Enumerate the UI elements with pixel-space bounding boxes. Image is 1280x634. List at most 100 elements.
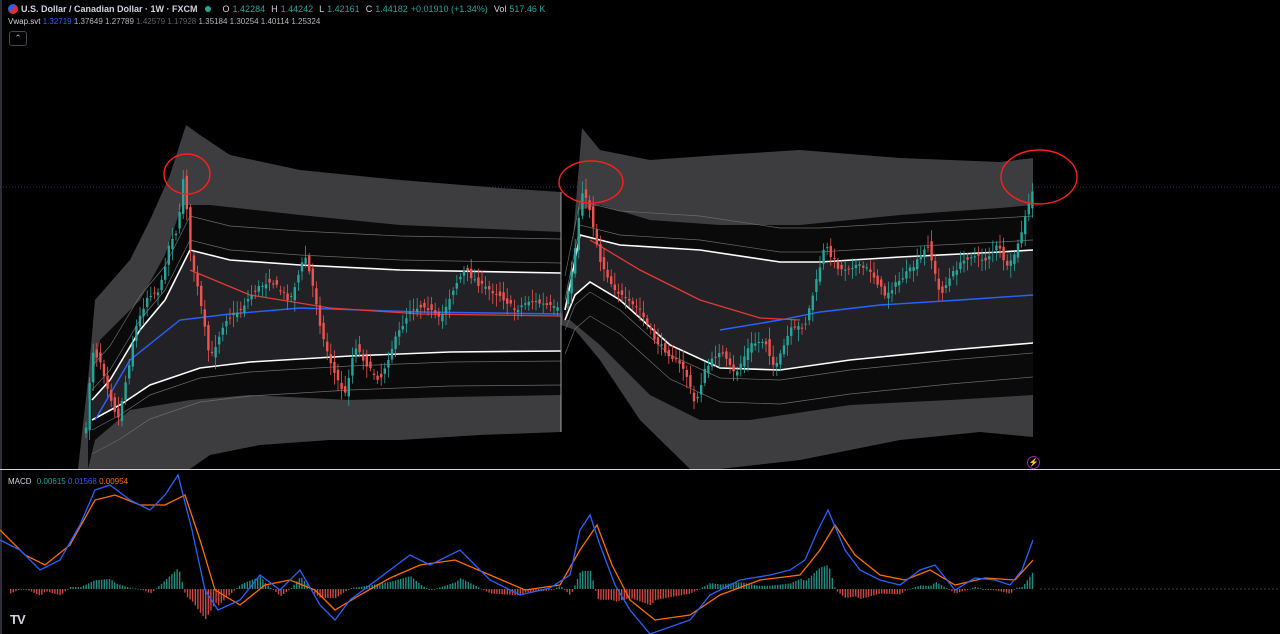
vwap-value: 1.40114 [260, 17, 290, 26]
histogram-bar [264, 583, 267, 589]
histogram-bar [940, 585, 943, 589]
histogram-bar [597, 589, 599, 600]
histogram-bar [1005, 589, 1008, 593]
candle-body [106, 375, 109, 389]
candle-body [800, 327, 804, 329]
candle-body [595, 229, 598, 245]
candle-body [520, 305, 523, 308]
histogram-bar [501, 589, 503, 595]
histogram-bar [114, 582, 116, 589]
histogram-bar [761, 585, 763, 589]
histogram-bar [959, 589, 961, 593]
macd-indicator-name[interactable]: MACD [8, 477, 32, 486]
candle-body [527, 301, 530, 306]
candle-body [509, 300, 512, 304]
candle-body [995, 245, 998, 250]
vwap-value: 1.32719 [42, 17, 72, 26]
candle-body [221, 327, 224, 335]
histogram-bar [927, 585, 930, 589]
histogram-bar [584, 570, 586, 589]
histogram-bar [236, 588, 238, 589]
candle-body [534, 301, 538, 303]
candle-body [225, 321, 228, 327]
candle-body [916, 259, 919, 270]
histogram-bar [88, 583, 90, 589]
candle-body [156, 292, 160, 296]
candle-body [135, 325, 138, 341]
candle-body [779, 353, 782, 365]
histogram-bar [680, 589, 683, 596]
histogram-bar [394, 580, 397, 589]
tradingview-logo[interactable]: TV [10, 612, 26, 627]
histogram-bar [285, 589, 287, 593]
histogram-bar [844, 589, 846, 598]
candle-body [228, 317, 232, 319]
histogram-bar [358, 586, 360, 589]
histogram-bar [665, 589, 667, 599]
candle-body [854, 264, 858, 269]
candle-body [300, 262, 304, 272]
histogram-bar [933, 583, 935, 589]
histogram-bar [275, 589, 277, 593]
histogram-bar [602, 589, 605, 600]
histogram-bar [855, 589, 857, 597]
candle-body [667, 350, 670, 357]
lightning-icon[interactable]: ⚡ [1027, 456, 1040, 469]
histogram-bar [686, 589, 688, 595]
candle-body [944, 285, 948, 289]
histogram-bar [98, 579, 100, 589]
histogram-bar [413, 578, 415, 589]
candle-body [984, 257, 987, 261]
candle-body [207, 325, 210, 351]
histogram-bar [740, 582, 742, 589]
histogram-bar [985, 589, 987, 590]
histogram-bar [888, 589, 891, 594]
histogram-bar [706, 584, 709, 589]
candle-body [714, 356, 717, 358]
histogram-bar [881, 589, 883, 594]
histogram-bar [199, 589, 202, 613]
histogram-bar [550, 589, 553, 591]
histogram-bar [205, 589, 207, 619]
price-pane[interactable] [0, 0, 1280, 469]
macd-legend[interactable]: MACD 0.00615 0.01568 0.00954 [8, 476, 128, 488]
candle-body [171, 238, 174, 250]
candle-body [495, 293, 498, 295]
histogram-bar [64, 589, 66, 592]
candle-body [192, 255, 196, 271]
vwap-value: 1.35184 [198, 17, 228, 26]
candle-body [239, 308, 242, 310]
histogram-bar [912, 587, 914, 589]
vwap-indicator-legend[interactable]: Vwap.svt 1.32719 1.37649 1.27789 1.42579… [8, 16, 320, 28]
candle-body [146, 297, 149, 307]
candle-body [437, 311, 440, 317]
candle-body [261, 285, 264, 287]
candle-body [584, 189, 588, 199]
histogram-bar [558, 586, 560, 589]
histogram-bar [475, 585, 477, 589]
histogram-bar [111, 580, 113, 589]
candle-body [926, 246, 930, 248]
candle-body [254, 290, 257, 292]
candle-body [174, 233, 178, 236]
histogram-bar [132, 588, 134, 590]
candle-body [836, 262, 840, 269]
histogram-bar [909, 588, 911, 590]
macd-histogram [10, 565, 1034, 619]
candle-body [203, 309, 206, 327]
vwap-indicator-name[interactable]: Vwap.svt [8, 17, 40, 26]
candle-body [890, 290, 894, 294]
histogram-bar [101, 579, 103, 589]
histogram-bar [355, 587, 358, 589]
histogram-bar [69, 586, 72, 589]
candle-body [466, 267, 469, 271]
symbol-title[interactable]: U.S. Dollar / Canadian Dollar · 1W · FXC… [21, 2, 198, 16]
macd-pane[interactable] [0, 470, 1280, 634]
candle-body [671, 355, 674, 360]
histogram-bar [582, 570, 584, 589]
candle-body [1013, 254, 1016, 265]
chevron-up-icon[interactable]: ⌃ [9, 31, 27, 46]
histogram-bar [127, 587, 129, 589]
candle-body [257, 285, 260, 292]
candle-body [394, 336, 397, 349]
